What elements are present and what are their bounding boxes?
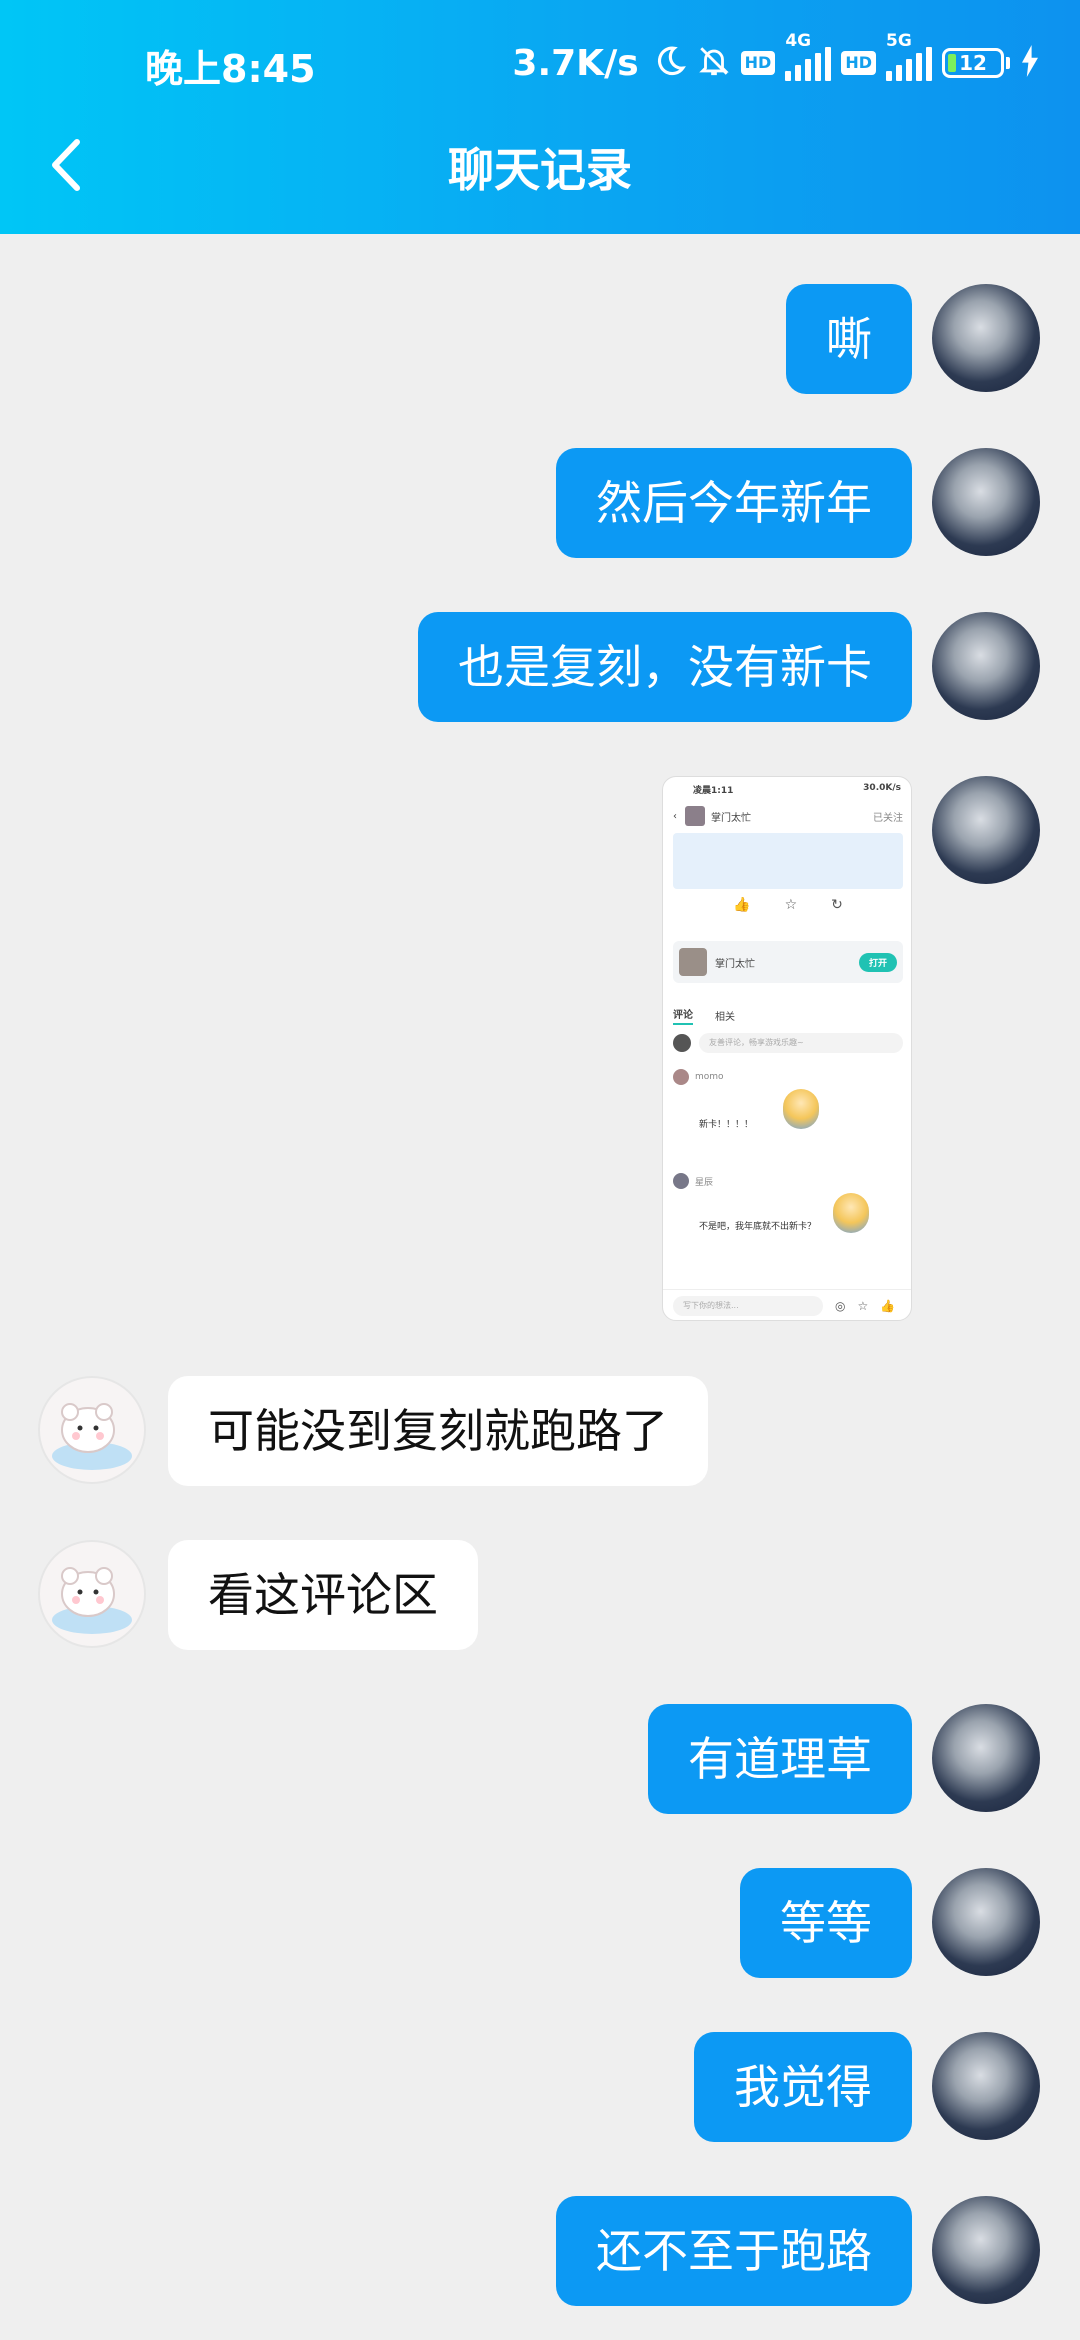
preview-tab-comments: 评论 [673,1006,693,1025]
battery-icon: 12 [942,48,1004,78]
preview-comment: momo 新卡！！！！ [673,1069,903,1159]
preview-comment-placeholder: 友善评论，畅享游戏乐趣~ [699,1033,903,1053]
sim2-network-label: 5G [886,31,912,51]
message-bubble[interactable]: 我觉得 [694,2032,912,2142]
top-app-bar: 晚上8:45 3.7K/s HD 4G HD 5G 12 聊天记录 [0,0,1080,234]
my-avatar[interactable] [932,1868,1040,1976]
image-message[interactable]: 凌晨1:11 30.0K/s ‹ 掌门太忙 已关注 👍 ☆ ↻ 掌门太忙 打开 … [662,776,912,1321]
preview-comment-input: 友善评论，畅享游戏乐趣~ [673,1031,903,1055]
star-icon: ☆ [784,897,798,913]
page-title: 聊天记录 [448,143,632,197]
preview-app-card: 掌门太忙 打开 [673,941,903,983]
preview-open-button: 打开 [858,952,897,972]
message-bubble[interactable]: 有道理草 [648,1704,912,1814]
preview-comment-user: momo [695,1072,724,1082]
thumbs-up-icon: 👍 [880,1299,896,1313]
message-bubble[interactable]: 可能没到复刻就跑路了 [168,1376,708,1486]
friend-avatar[interactable] [38,1376,146,1484]
my-avatar[interactable] [932,2196,1040,2304]
preview-comment-text: 新卡！！！！ [699,1120,754,1130]
preview-bottom-placeholder: 写下你的想法... [673,1296,823,1316]
preview-back-icon: ‹ [673,810,677,822]
preview-comment: 星辰 不是吧，我年底就不出新卡？ [673,1173,903,1263]
star-icon: ☆ [857,1299,869,1313]
moon-icon [653,44,687,82]
message-bubble[interactable]: 等等 [740,1868,912,1978]
my-avatar[interactable] [932,284,1040,392]
preview-bottom-bar: 写下你的想法... ◎ ☆ 👍 [663,1289,911,1320]
my-avatar[interactable] [932,776,1040,884]
battery-level: 12 [959,51,987,75]
preview-comment-user: 星辰 [695,1177,714,1188]
message-bubble[interactable]: 还不至于跑路 [556,2196,912,2306]
bell-off-icon [697,44,731,82]
message-bubble[interactable]: 嘶 [786,284,912,394]
hd-badge: HD [740,51,776,75]
share-icon: ↻ [831,897,843,913]
signal-icon: 4G [785,31,832,81]
charging-icon [1020,45,1040,81]
comment-icon: ◎ [835,1299,846,1313]
thumbs-up-icon: 👍 [733,897,751,913]
message-bubble[interactable]: 也是复刻，没有新卡 [418,612,912,722]
preview-follow-status: 已关注 [873,812,903,824]
preview-account-name: 掌门太忙 [711,812,751,824]
preview-action-bar: 👍 ☆ ↻ [663,897,911,927]
my-avatar[interactable] [932,1704,1040,1812]
preview-app-name: 掌门太忙 [715,958,755,970]
sim1-network-label: 4G [785,31,812,51]
signal-icon-2: 5G [886,31,932,81]
cat-avatar-icon [52,1403,132,1470]
preview-app-icon [679,948,707,976]
preview-status-bar: 凌晨1:11 30.0K/s [663,777,911,799]
sticker-image [783,1089,819,1129]
network-speed: 3.7K/s [512,42,639,84]
hd-badge-2: HD [841,51,876,75]
my-avatar[interactable] [932,448,1040,556]
friend-avatar[interactable] [38,1540,146,1648]
preview-speed: 30.0K/s [863,783,901,793]
cat-avatar-icon [52,1567,132,1634]
status-icons: 3.7K/s HD 4G HD 5G 12 [512,31,1040,88]
my-avatar[interactable] [932,612,1040,720]
preview-header: ‹ 掌门太忙 已关注 [663,799,911,833]
preview-post-text [673,833,903,889]
message-bubble[interactable]: 然后今年新年 [556,448,912,558]
status-bar: 晚上8:45 3.7K/s HD 4G HD 5G 12 [0,0,1080,120]
preview-tab-related: 相关 [715,1011,735,1023]
my-avatar[interactable] [932,2032,1040,2140]
preview-comment-text: 不是吧，我年底就不出新卡？ [699,1222,817,1232]
preview-avatar [685,806,705,826]
status-time: 晚上8:45 [145,47,316,91]
preview-tabs: 评论 相关 [663,1003,911,1027]
message-bubble[interactable]: 看这评论区 [168,1540,478,1650]
sticker-image [833,1193,869,1233]
preview-time: 凌晨1:11 [693,786,734,796]
